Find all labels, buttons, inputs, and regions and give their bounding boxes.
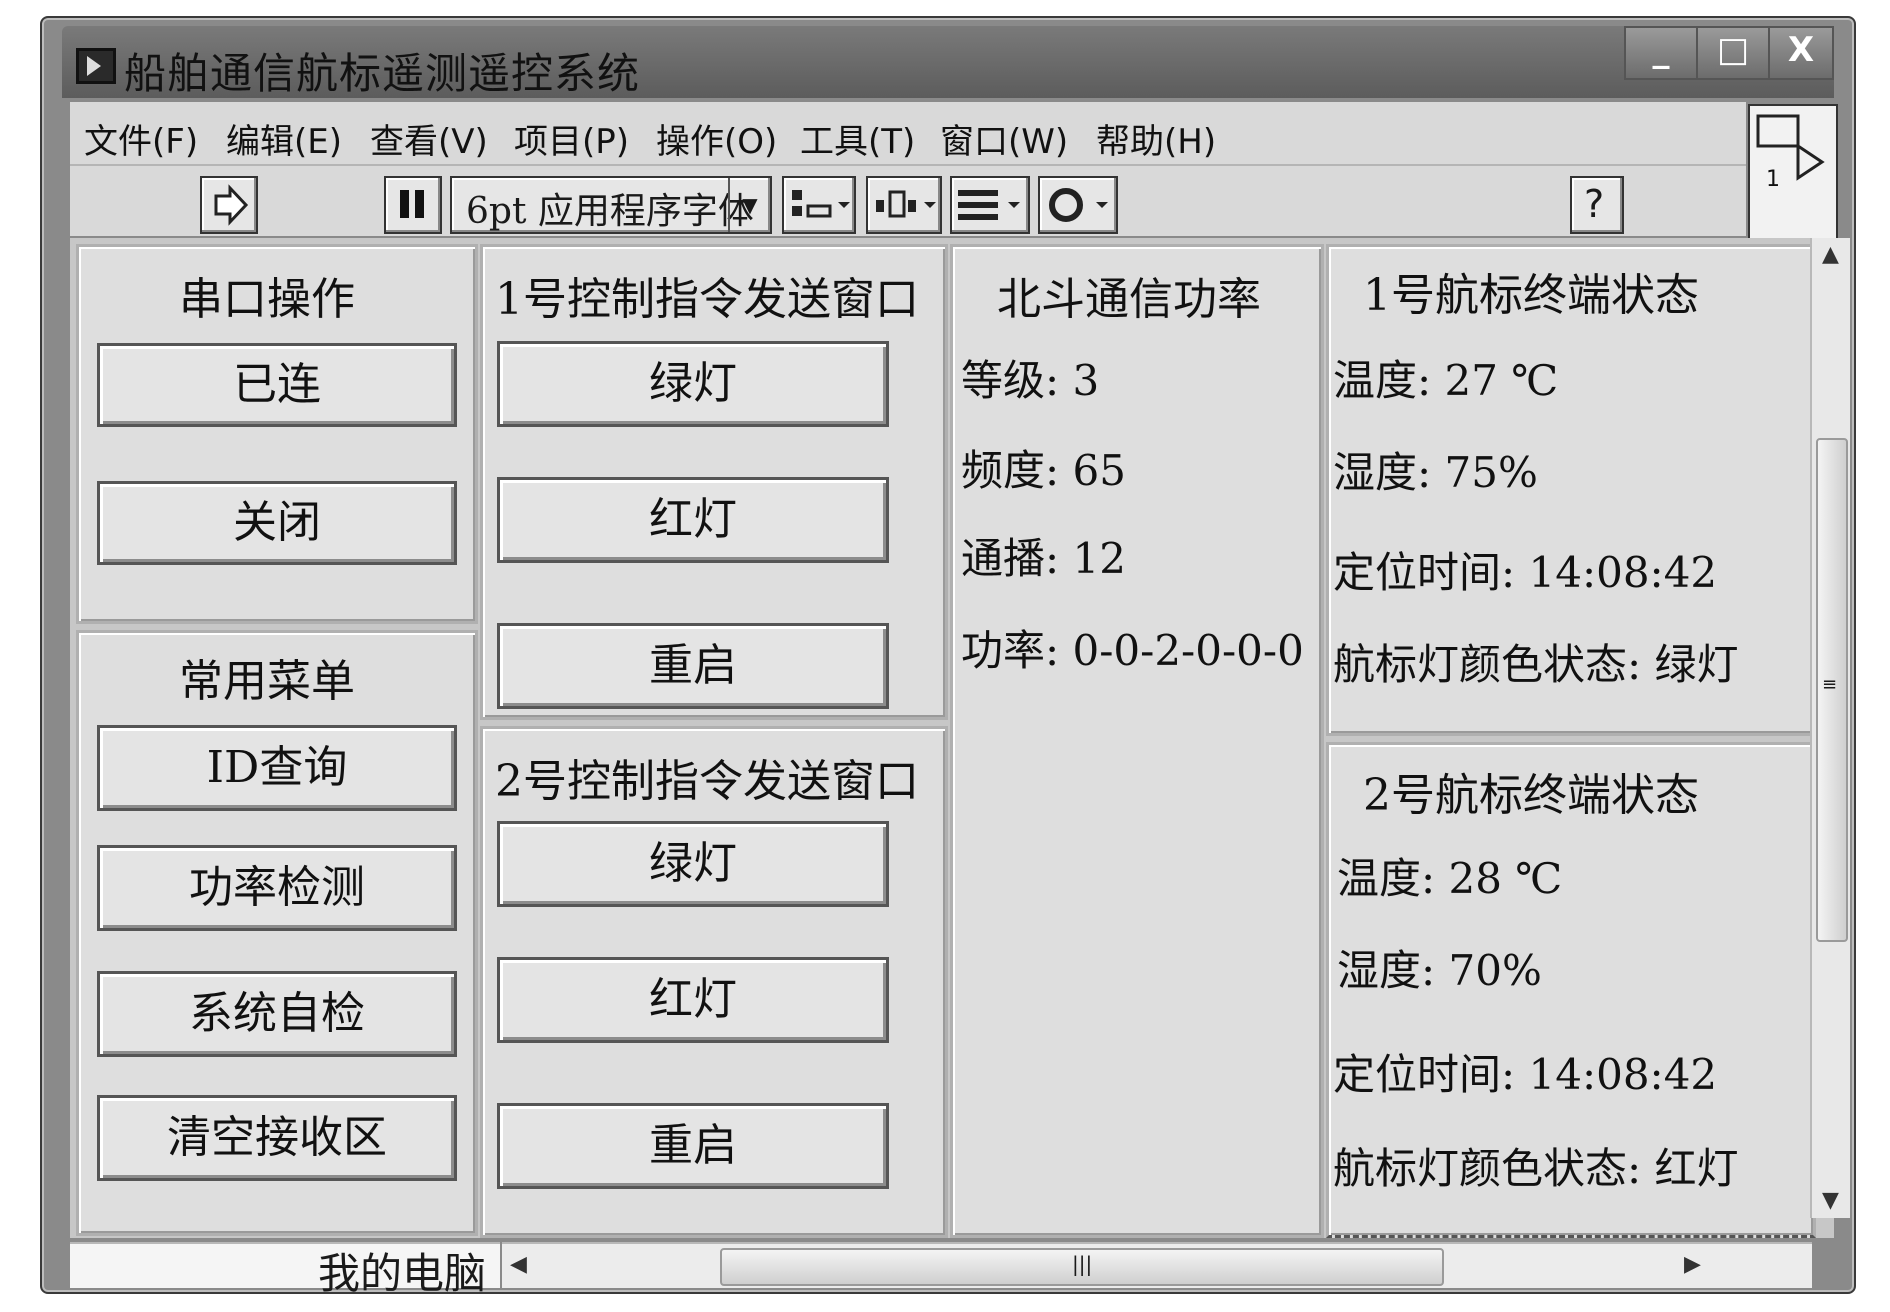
window-title: 船舶通信航标遥测遥控系统 (124, 49, 641, 98)
horizontal-scroll-thumb[interactable]: ||| (720, 1248, 1444, 1286)
common-menu-pane: 常用菜单 ID查询 功率检测 系统自检 清空接收区 (76, 630, 478, 1236)
vi-panel-icon: 1 (1748, 104, 1838, 240)
menu-tools[interactable]: 工具(T) (800, 114, 915, 163)
panel-icon-number: 1 (1766, 167, 1780, 192)
reorder-button[interactable] (1038, 176, 1118, 234)
status-context: 我的电脑 (317, 1249, 486, 1298)
title-bar: 船舶通信航标遥测遥控系统 _ □ X (62, 26, 1834, 98)
horizontal-scrollbar[interactable]: ◀ ||| ▶ (502, 1242, 1812, 1288)
distribute-icon (876, 190, 936, 218)
beidou-broadcast: 通播: 12 (961, 534, 1126, 583)
close-port-button[interactable]: 关闭 (97, 481, 457, 565)
buoy2-temperature: 温度: 28 ℃ (1337, 854, 1563, 903)
menu-edit[interactable]: 编辑(E) (226, 114, 342, 163)
ctrl1-green-button[interactable]: 绿灯 (497, 341, 889, 427)
chevron-down-icon: ▼ (728, 178, 770, 232)
power-check-button[interactable]: 功率检测 (97, 845, 457, 931)
front-panel: 串口操作 已连 关闭 常用菜单 ID查询 功率检测 系统自检 清空接收区 1号控… (70, 238, 1834, 1238)
reorder-icon (1049, 188, 1108, 222)
question-icon: ? (1584, 182, 1605, 226)
labview-vi-icon (76, 48, 116, 84)
buoy2-light-status: 航标灯颜色状态: 红灯 (1333, 1144, 1739, 1193)
distribute-objects-button[interactable] (866, 176, 942, 234)
buoy1-pane: 1号航标终端状态 温度: 27 ℃ 湿度: 75% 定位时间: 14:08:42… (1326, 244, 1816, 736)
ctrl1-pane: 1号控制指令发送窗口 绿灯 红灯 重启 (480, 244, 948, 720)
ctrl2-pane: 2号控制指令发送窗口 绿灯 红灯 重启 (480, 726, 948, 1238)
buoy1-humidity: 湿度: 75% (1333, 448, 1538, 497)
toolbar: 6pt 应用程序字体 ▼ ? (70, 166, 1746, 236)
run-arrow-icon (214, 184, 249, 226)
grip-icon: ||| (1072, 1252, 1093, 1276)
ctrl2-green-button[interactable]: 绿灯 (497, 821, 889, 907)
menu-bar: 文件(F) 编辑(E) 查看(V) 项目(P) 操作(O) 工具(T) 窗口(W… (70, 102, 1746, 166)
scroll-down-icon[interactable]: ▼ (1822, 1188, 1839, 1213)
serial-pane: 串口操作 已连 关闭 (76, 244, 478, 624)
buoy2-fix-time: 定位时间: 14:08:42 (1333, 1050, 1718, 1099)
menu-file[interactable]: 文件(F) (84, 114, 198, 163)
buoy1-title: 1号航标终端状态 (1363, 270, 1699, 321)
font-select[interactable]: 6pt 应用程序字体 ▼ (450, 176, 772, 234)
beidou-title: 北斗通信功率 (997, 274, 1261, 325)
vi-connector-icon: 1 (1756, 114, 1825, 192)
beidou-frequency: 频度: 65 (961, 446, 1126, 495)
buoy1-fix-time: 定位时间: 14:08:42 (1333, 548, 1718, 597)
id-query-button[interactable]: ID查询 (97, 725, 457, 811)
ctrl1-title: 1号控制指令发送窗口 (495, 274, 919, 325)
grip-icon: ≡ (1822, 674, 1838, 695)
close-button[interactable]: X (1768, 26, 1834, 80)
scroll-up-icon[interactable]: ▲ (1822, 242, 1839, 267)
menu-operate[interactable]: 操作(O) (656, 114, 777, 163)
align-objects-button[interactable] (782, 176, 856, 234)
minimize-button[interactable]: _ (1624, 26, 1698, 80)
vertical-scroll-thumb[interactable]: ≡ (1816, 438, 1848, 942)
scroll-left-icon[interactable]: ◀ (510, 1252, 527, 1277)
buoy2-pane: 2号航标终端状态 温度: 28 ℃ 湿度: 70% 定位时间: 14:08:42… (1326, 742, 1816, 1238)
buoy2-humidity: 湿度: 70% (1337, 946, 1542, 995)
font-select-value: 6pt 应用程序字体 (466, 191, 754, 232)
menu-help[interactable]: 帮助(H) (1096, 114, 1216, 163)
clear-receive-button[interactable]: 清空接收区 (97, 1095, 457, 1181)
pause-button[interactable] (384, 176, 442, 234)
menu-window[interactable]: 窗口(W) (940, 114, 1068, 163)
ctrl2-title: 2号控制指令发送窗口 (495, 756, 919, 807)
pause-icon (400, 190, 424, 218)
menu-project[interactable]: 项目(P) (514, 114, 629, 163)
align-icon (792, 190, 850, 218)
connected-button[interactable]: 已连 (97, 343, 457, 427)
serial-title: 串口操作 (179, 274, 355, 325)
buoy2-title: 2号航标终端状态 (1363, 770, 1699, 821)
app-window: 船舶通信航标遥测遥控系统 _ □ X 文件(F) 编辑(E) 查看(V) 项目(… (40, 16, 1856, 1298)
resize-objects-button[interactable] (950, 176, 1030, 234)
buoy1-temperature: 温度: 27 ℃ (1333, 356, 1559, 405)
ctrl1-restart-button[interactable]: 重启 (497, 623, 889, 709)
self-test-button[interactable]: 系统自检 (97, 971, 457, 1057)
ctrl2-red-button[interactable]: 红灯 (497, 957, 889, 1043)
beidou-power: 功率: 0-0-2-0-0-0 (961, 626, 1304, 675)
menu-view[interactable]: 查看(V) (370, 114, 488, 163)
beidou-pane: 北斗通信功率 等级: 3 频度: 65 通播: 12 功率: 0-0-2-0-0… (950, 244, 1324, 1238)
run-arrow-button[interactable] (200, 176, 258, 234)
buoy1-light-status: 航标灯颜色状态: 绿灯 (1333, 640, 1739, 689)
status-bar: 我的电脑 (70, 1242, 500, 1298)
common-menu-title: 常用菜单 (179, 656, 355, 707)
scroll-right-icon[interactable]: ▶ (1684, 1252, 1701, 1277)
beidou-level: 等级: 3 (961, 356, 1100, 405)
help-button[interactable]: ? (1570, 176, 1624, 234)
ctrl2-restart-button[interactable]: 重启 (497, 1103, 889, 1189)
ctrl1-red-button[interactable]: 红灯 (497, 477, 889, 563)
maximize-button[interactable]: □ (1696, 26, 1770, 80)
vertical-scrollbar[interactable]: ▲ ≡ ▼ (1810, 238, 1850, 1218)
resize-icon (958, 190, 1020, 220)
